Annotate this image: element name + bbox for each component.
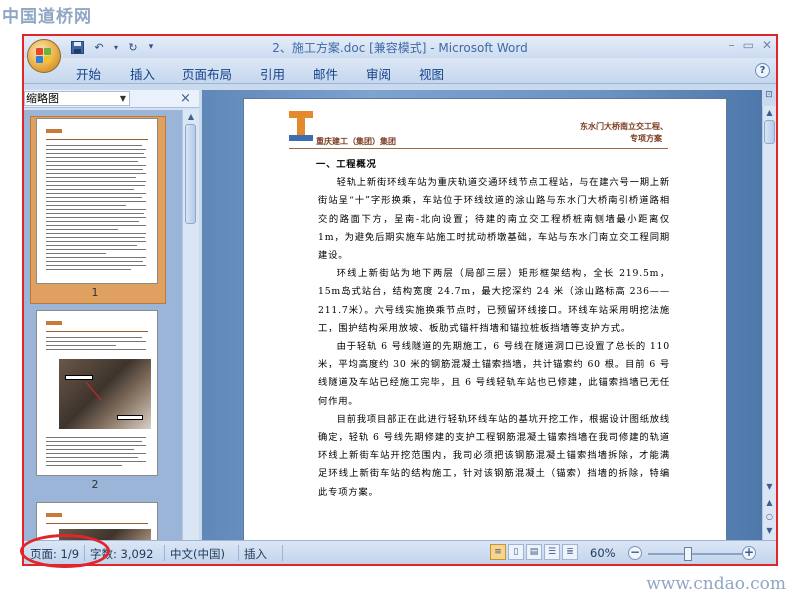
tab-home[interactable]: 开始 xyxy=(76,64,101,83)
minimize-icon[interactable]: – xyxy=(729,38,735,52)
scrollbar-thumb[interactable] xyxy=(764,120,775,144)
scroll-up-icon[interactable]: ▲ xyxy=(183,112,199,121)
company-logo-icon xyxy=(289,111,313,141)
zoom-in-icon[interactable]: + xyxy=(742,546,756,560)
header-divider xyxy=(289,148,668,149)
zoom-level[interactable]: 60% xyxy=(590,546,616,560)
tab-mailings[interactable]: 邮件 xyxy=(313,64,338,83)
restore-icon[interactable]: ▭ xyxy=(743,38,754,52)
chevron-down-icon: ▼ xyxy=(119,94,126,103)
paragraph-1: 轻轨上新街环线车站为重庆轨道交通环线节点工程站，与在建六号一期上新街站呈“十”字… xyxy=(318,177,670,262)
print-layout-icon[interactable]: ≡ xyxy=(490,544,506,560)
page-thumbnail-2[interactable] xyxy=(36,310,158,476)
page-thumbnail-1[interactable] xyxy=(36,118,158,284)
page-status-highlight xyxy=(20,534,110,568)
tab-view[interactable]: 视图 xyxy=(419,64,444,83)
header-right-line1: 东水门大桥南立交工程、 xyxy=(580,122,668,131)
scroll-up-icon[interactable]: ▲ xyxy=(763,108,776,117)
web-layout-icon[interactable]: ▤ xyxy=(526,544,542,560)
paragraph-4: 目前我项目部正在此进行轻轨环线车站的基坑开挖工作，根据设计图纸放线确定，轻轨 6… xyxy=(318,413,670,498)
tab-insert[interactable]: 插入 xyxy=(130,64,155,83)
outline-view-icon[interactable]: ☰ xyxy=(544,544,560,560)
window-title: 2、施工方案.doc [兼容模式] - Microsoft Word xyxy=(272,41,528,55)
ribbon-tabs: 开始 插入 页面布局 引用 邮件 审阅 视图 ? xyxy=(24,58,776,84)
insert-mode-status[interactable]: 插入 xyxy=(244,546,267,562)
thumbnail-label-2: 2 xyxy=(91,478,99,491)
next-page-icon[interactable]: ▼ xyxy=(763,526,776,535)
status-bar: 页面: 1/9 字数: 3,092 中文(中国) 插入 ≡ ▯ ▤ ☰ ≣ 60… xyxy=(24,540,776,564)
help-icon[interactable]: ? xyxy=(755,63,770,78)
title-bar: ↶ ▾ ↻ ▾ 2、施工方案.doc [兼容模式] - Microsoft Wo… xyxy=(24,36,776,58)
site-logo: 中国道桥网 xyxy=(2,7,92,27)
paragraph-2: 环线上新街站为地下两层（局部三层）矩形框架结构，全长 219.5m，15m岛式站… xyxy=(318,268,670,334)
document-body: 一、工程概况 轻轨上新街环线车站为重庆轨道交通环线节点工程站，与在建六号一期上新… xyxy=(316,156,670,502)
thumbnail-pane: 缩略图 ▼ × 1 2 ▲ xyxy=(24,90,199,540)
thumbnail-pane-header: 缩略图 ▼ × xyxy=(24,90,199,108)
tab-review[interactable]: 审阅 xyxy=(366,64,391,83)
previous-page-icon[interactable]: ▲ xyxy=(763,498,776,507)
zoom-out-icon[interactable]: − xyxy=(628,546,642,560)
document-page[interactable]: 东水门大桥南立交工程、 专项方案 重庆建工（集团）集团 一、工程概况 轻轨上新街… xyxy=(243,98,727,540)
thumbnail-list: 1 2 xyxy=(24,110,182,540)
close-icon[interactable]: ✕ xyxy=(762,38,772,52)
scroll-down-icon[interactable]: ▼ xyxy=(763,482,776,491)
navigation-view-select[interactable]: 缩略图 ▼ xyxy=(24,91,130,106)
navigation-view-value: 缩略图 xyxy=(26,92,59,105)
tab-references[interactable]: 引用 xyxy=(260,64,285,83)
zoom-slider-thumb[interactable] xyxy=(684,547,692,561)
draft-view-icon[interactable]: ≣ xyxy=(562,544,578,560)
header-left: 重庆建工（集团）集团 xyxy=(316,137,396,146)
office-button[interactable] xyxy=(27,39,61,73)
paragraph-3: 由于轻轨 6 号线隧道的先期施工，6 号线在隧道洞口已设置了总长的 110 米，… xyxy=(318,341,670,407)
scrollbar-thumb[interactable] xyxy=(185,124,196,224)
close-pane-icon[interactable]: × xyxy=(180,91,191,106)
ruler-toggle-icon[interactable]: ⊡ xyxy=(762,90,776,104)
full-screen-reading-icon[interactable]: ▯ xyxy=(508,544,524,560)
tab-page-layout[interactable]: 页面布局 xyxy=(182,64,232,83)
document-scrollbar[interactable]: ▲ ▼ ▲ ○ ▼ xyxy=(762,106,776,540)
view-buttons: ≡ ▯ ▤ ☰ ≣ xyxy=(490,544,578,560)
header-right-line2: 专项方案 xyxy=(630,134,662,143)
word-window: ↶ ▾ ↻ ▾ 2、施工方案.doc [兼容模式] - Microsoft Wo… xyxy=(22,34,778,566)
thumbnail-label-1: 1 xyxy=(91,286,99,299)
window-controls: – ▭ ✕ xyxy=(729,38,772,52)
section-heading: 一、工程概况 xyxy=(316,159,377,170)
site-url: www.cndao.com xyxy=(646,574,786,594)
browse-object-icon[interactable]: ○ xyxy=(763,512,776,521)
office-logo-icon xyxy=(36,48,52,64)
zoom-slider[interactable] xyxy=(648,553,742,555)
document-area: 东水门大桥南立交工程、 专项方案 重庆建工（集团）集团 一、工程概况 轻轨上新街… xyxy=(202,90,762,540)
thumbnail-scrollbar[interactable]: ▲ xyxy=(182,110,199,540)
language-status[interactable]: 中文(中国) xyxy=(170,546,225,562)
